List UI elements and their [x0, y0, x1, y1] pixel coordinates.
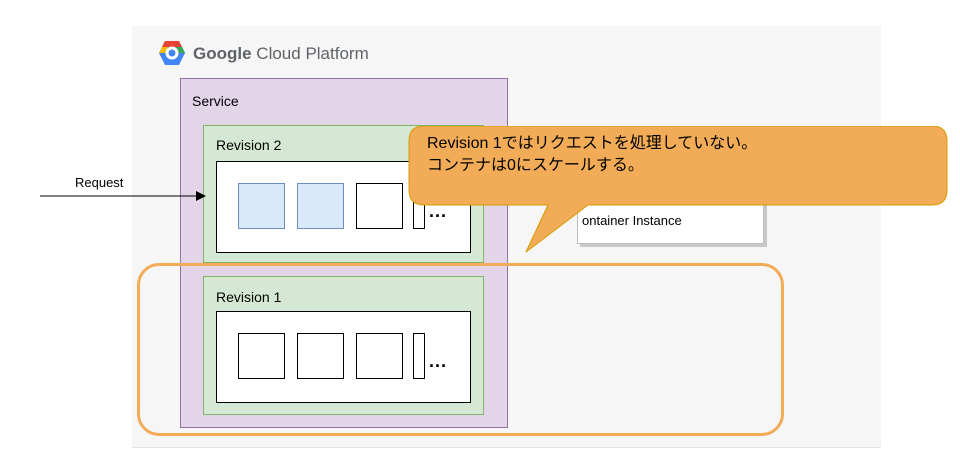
revision-2-label: Revision 2: [216, 137, 282, 153]
platform-brand: Google: [193, 44, 252, 63]
callout-text: Revision 1ではリクエストを処理していない。 コンテナは0にスケールする…: [427, 133, 757, 177]
callout-line-2: コンテナは0にスケールする。: [427, 157, 644, 174]
platform-product: Cloud Platform: [256, 44, 369, 63]
request-arrow: [40, 191, 206, 201]
container-instance: [297, 183, 344, 229]
google-cloud-logo-icon: [159, 41, 185, 65]
platform-title: Google Cloud Platform: [193, 44, 369, 64]
revision-1-highlight: [137, 263, 784, 436]
callout-line-1: Revision 1ではリクエストを処理していない。: [427, 135, 758, 152]
container-instance: [238, 183, 285, 229]
service-label: Service: [192, 93, 239, 109]
container-instance: [356, 183, 403, 229]
